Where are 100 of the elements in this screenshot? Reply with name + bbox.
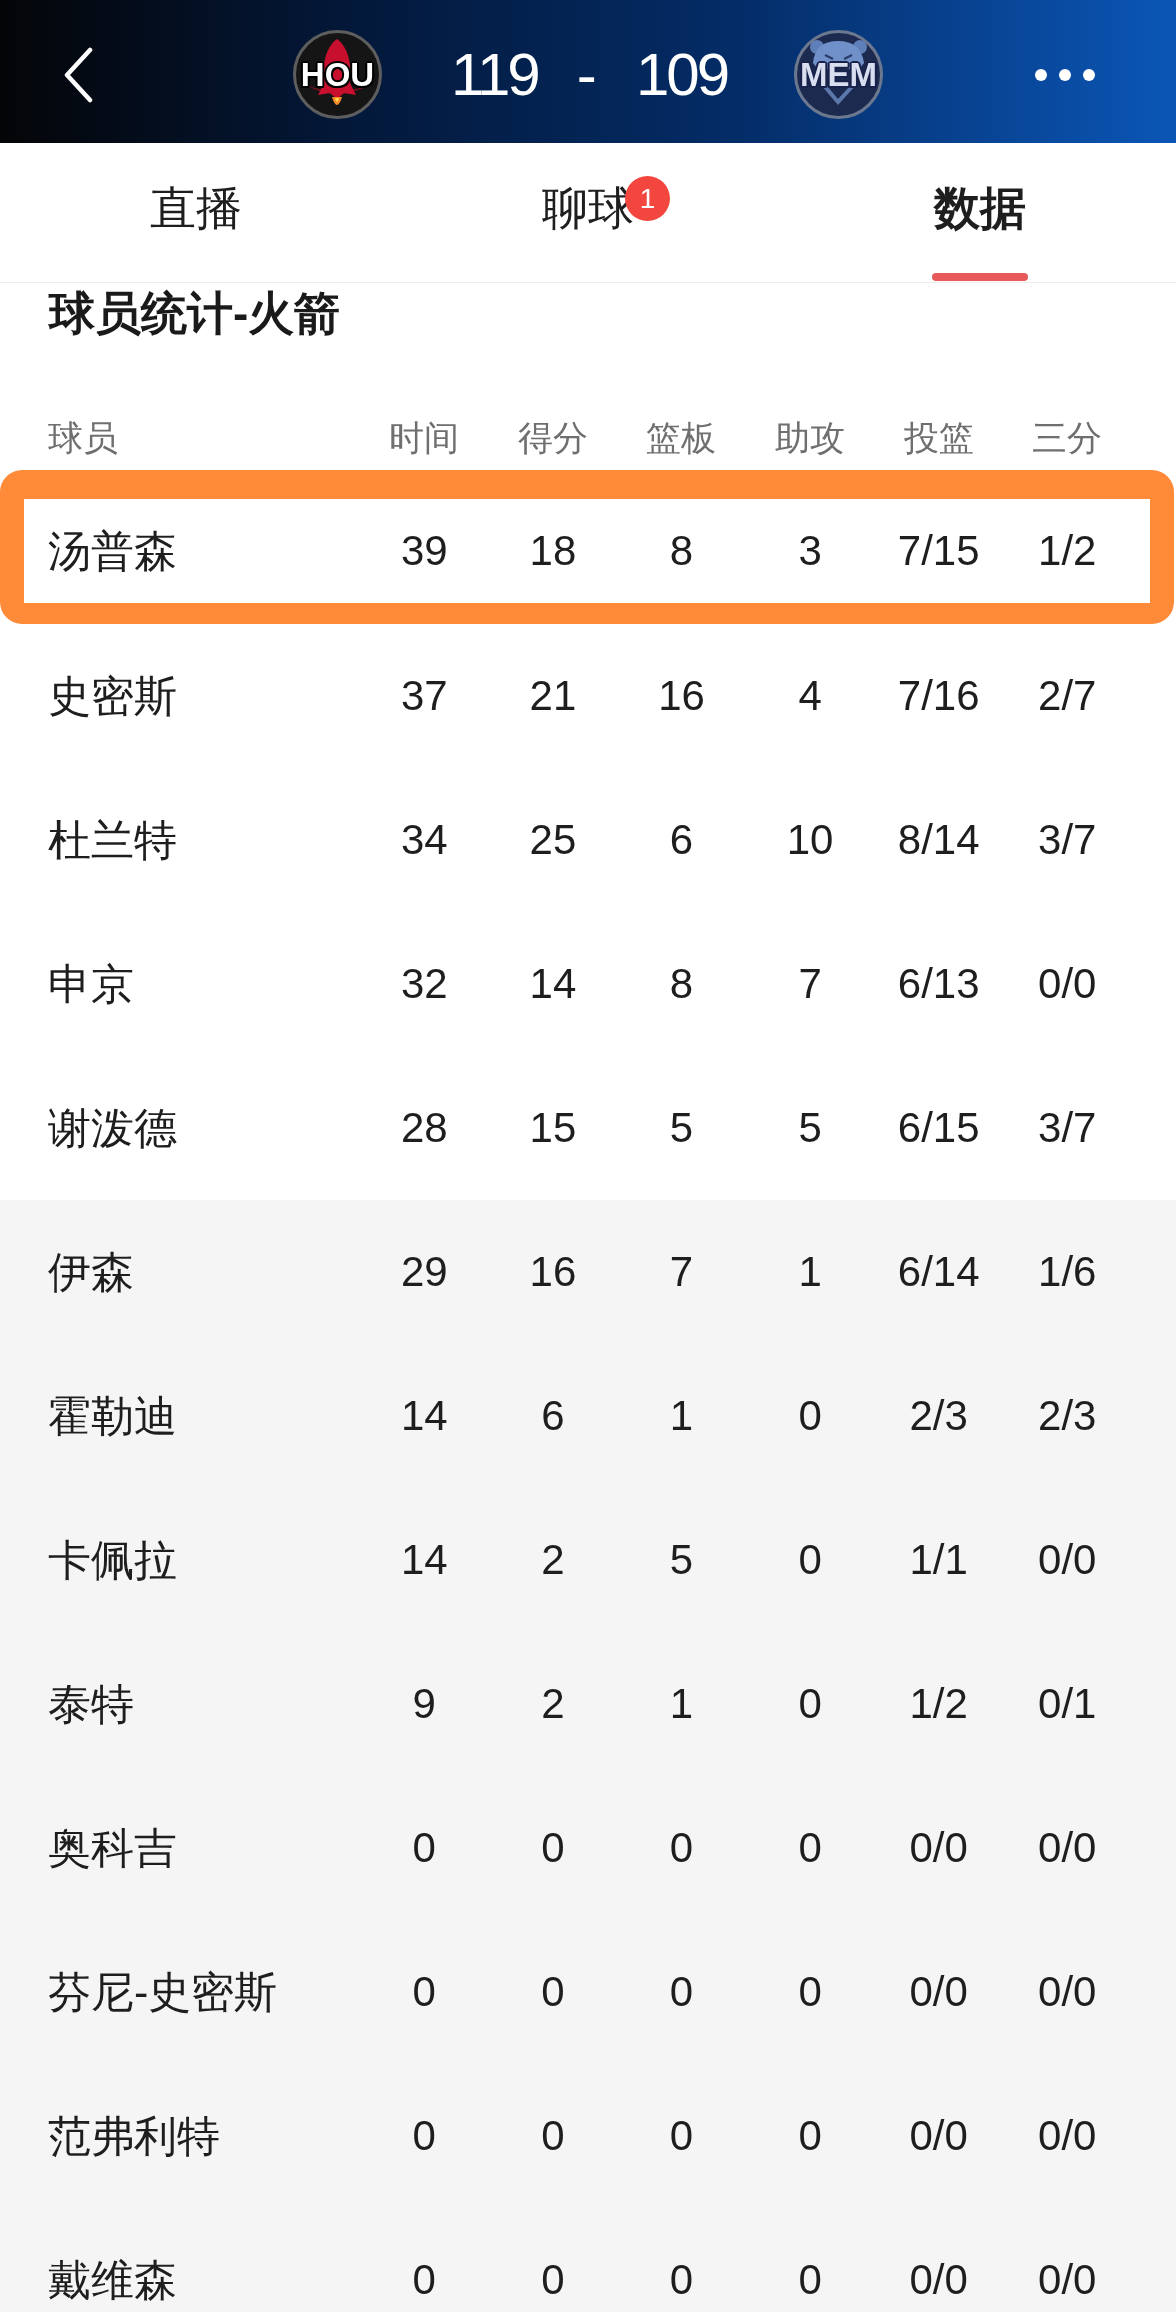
player-name: 奥科吉 [48,1824,177,1872]
away-score: 109 [635,41,727,108]
stat-cell: 0 [541,2256,565,2304]
stat-cell: 8/14 [897,816,980,864]
stat-cell: 6/14 [897,1248,980,1296]
player-name: 伊森 [48,1248,134,1296]
stat-cell: 10 [786,816,834,864]
stat-cell: 21 [529,672,577,720]
stat-cell: 1/6 [1038,1248,1097,1296]
stat-cell: 0/0 [909,1968,968,2016]
stat-cell: 3/7 [1038,1104,1097,1152]
player-name: 范弗利特 [48,2112,220,2160]
stat-cell: 6/15 [897,1104,980,1152]
column-header: 投篮 [903,417,974,459]
column-header: 时间 [389,417,460,459]
stat-cell: 29 [400,1248,448,1296]
stat-cell: 7 [798,960,822,1008]
stat-cell: 1/2 [1038,527,1097,575]
player-name: 卡佩拉 [48,1536,177,1584]
stat-cell: 0 [798,1824,822,1872]
stat-cell: 5 [798,1104,822,1152]
stat-cell: 37 [400,672,448,720]
stat-cell: 15 [529,1104,577,1152]
stat-cell: 39 [400,527,448,575]
stat-cell: 34 [400,816,448,864]
more-icon[interactable] [1035,67,1095,82]
team-abbreviation: MEM [800,56,877,93]
stat-cell: 9 [412,1680,436,1728]
stat-cell: 0 [669,2256,694,2304]
section-title: 球员统计-火箭 [47,286,342,341]
stat-cell: 32 [400,960,448,1008]
player-name: 史密斯 [48,672,177,720]
stat-cell: 0 [669,2112,694,2160]
stat-cell: 0/0 [1038,2112,1097,2160]
stat-cell: 0/1 [1038,1680,1097,1728]
stat-cell: 0/0 [1038,2256,1097,2304]
stat-cell: 0 [798,1968,822,2016]
stat-cell: 14 [400,1392,448,1440]
stat-cell: 28 [400,1104,448,1152]
stat-cell: 2/3 [909,1392,968,1440]
player-name: 泰特 [48,1680,134,1728]
stat-cell: 18 [529,527,577,575]
column-header: 助攻 [775,417,846,459]
stat-cell: 4 [798,672,822,720]
stat-cell: 1/1 [909,1536,968,1584]
stat-cell: 7/16 [897,672,980,720]
player-name: 谢泼德 [48,1104,177,1152]
stat-cell: 2 [541,1536,565,1584]
stat-cell: 6/13 [897,960,980,1008]
stat-cell: 0/0 [1038,1968,1097,2016]
column-header: 球员 [48,417,118,459]
stat-cell: 0 [412,1968,436,2016]
stat-cell: 14 [400,1536,448,1584]
stat-cell: 3 [798,527,822,575]
stat-cell: 0 [541,1824,565,1872]
stat-cell: 3/7 [1038,816,1097,864]
tab[interactable]: 数据 [784,143,1176,282]
stat-cell: 0 [669,1968,694,2016]
player-name: 汤普森 [48,527,177,575]
column-header: 得分 [517,417,588,459]
stat-cell: 2/7 [1038,672,1097,720]
stat-cell: 0 [798,2256,822,2304]
stat-cell: 8 [669,960,694,1008]
stat-cell: 2/3 [1038,1392,1097,1440]
stat-cell: 1 [669,1392,694,1440]
tab[interactable]: 直播 [0,143,392,282]
column-header: 三分 [1032,417,1103,459]
score-separator: - [576,41,597,108]
stat-cell: 0/0 [909,2256,968,2304]
stat-cell: 14 [529,960,577,1008]
stat-cell: 16 [658,672,705,720]
column-header: 篮板 [646,417,717,459]
stat-cell: 8 [669,527,694,575]
player-name: 杜兰特 [48,816,177,864]
stat-cell: 0 [798,2112,822,2160]
stat-cell: 0 [412,2256,436,2304]
stat-cell: 0/0 [1038,1536,1097,1584]
stat-cell: 5 [669,1536,694,1584]
stat-cell: 2 [541,1680,565,1728]
player-name: 申京 [48,960,134,1008]
stat-cell: 0 [541,2112,565,2160]
player-name: 芬尼-史密斯 [48,1968,278,2016]
stat-cell: 0/0 [1038,1824,1097,1872]
stat-cell: 0 [798,1536,822,1584]
stat-cell: 1 [798,1248,822,1296]
stat-cell: 0 [798,1392,822,1440]
stat-cell: 0 [798,1680,822,1728]
back-icon[interactable] [63,46,93,103]
stat-cell: 1/2 [909,1680,968,1728]
stat-cell: 7/15 [897,527,980,575]
stat-cell: 0 [412,1824,436,1872]
stat-cell: 0/0 [1038,960,1097,1008]
player-name: 戴维森 [48,2256,177,2304]
stat-cell: 0 [669,1824,694,1872]
stat-cell: 5 [669,1104,694,1152]
home-score: 119 [451,41,538,108]
stat-cell: 16 [529,1248,577,1296]
stat-cell: 1 [669,1680,694,1728]
stat-cell: 0 [412,2112,436,2160]
stat-cell: 7 [669,1248,694,1296]
